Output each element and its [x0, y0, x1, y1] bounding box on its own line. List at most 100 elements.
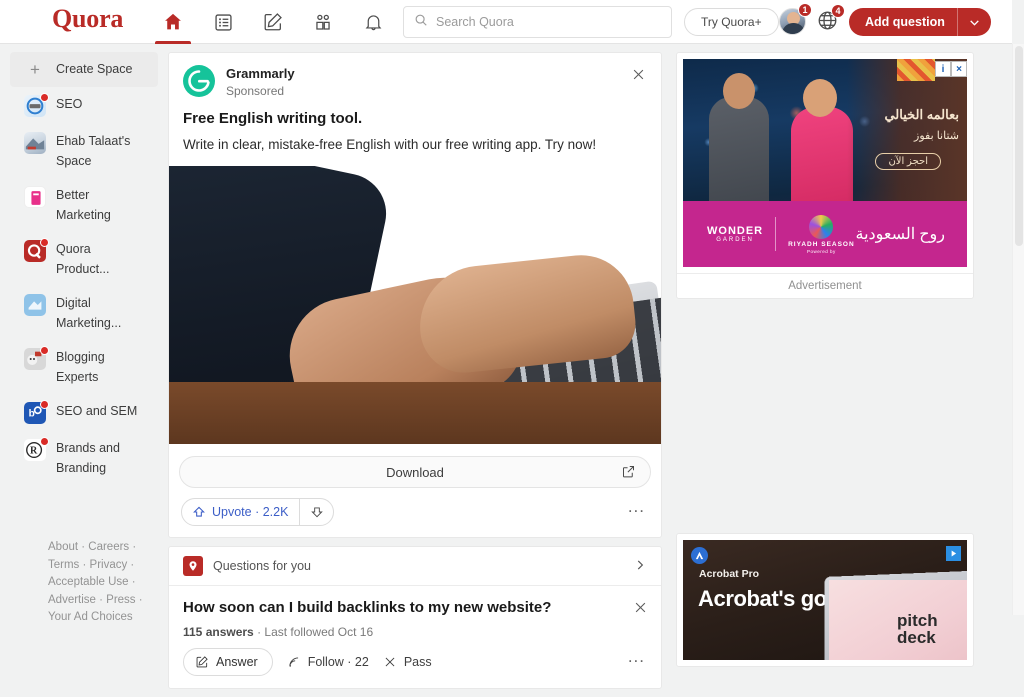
adobe-logo-icon: [691, 547, 708, 564]
meta-separator: ·: [253, 625, 265, 639]
sidebar-footer-links[interactable]: About · Careers · Terms · Privacy · Acce…: [0, 539, 168, 627]
grammarly-logo-icon: [183, 65, 215, 97]
external-link-icon: [621, 464, 636, 482]
globe-icon: [816, 11, 839, 36]
question-meta: 115 answers · Last followed Oct 16: [169, 618, 661, 639]
nav-spaces-icon[interactable]: [298, 0, 348, 44]
advertisement-label: Advertisement: [677, 273, 973, 298]
footer-links-text: About · Careers · Terms · Privacy · Acce…: [48, 541, 143, 623]
sidebar-item-label: Create Space: [56, 62, 133, 76]
notification-dot: [40, 238, 49, 247]
pass-label: Pass: [403, 655, 432, 669]
svg-text:R: R: [30, 446, 38, 457]
question-action-row: Answer Follow · 22 Pass ...: [169, 639, 661, 688]
ad-header: Grammarly Sponsored: [169, 53, 661, 99]
notification-dot: [40, 437, 49, 446]
sidebar-item-label: Better Marketing: [56, 188, 111, 222]
follow-label: Follow · 22: [307, 655, 369, 669]
close-icon[interactable]: [627, 63, 649, 85]
notification-dot: [40, 346, 49, 355]
add-question-button[interactable]: Add question: [849, 8, 991, 36]
search-bar[interactable]: [403, 6, 672, 38]
advertisement-card-bottom: Acrobat Pro Acrobat's got it. pitch deck: [676, 533, 974, 667]
sidebar-item-label: Ehab Talaat's Space: [56, 134, 131, 168]
sidebar-item-digital-marketing[interactable]: Digital Marketing...: [10, 286, 158, 340]
ad-title[interactable]: Free English writing tool.: [169, 99, 661, 129]
sidebar-item-label: Blogging Experts: [56, 350, 105, 384]
visit-saudi-logo: روح السعودية: [855, 226, 945, 243]
ad-action-row: Upvote · 2.2K ...: [169, 488, 661, 537]
page-scrollbar[interactable]: [1012, 44, 1024, 615]
nav-answer-list-icon[interactable]: [198, 0, 248, 44]
digital-marketing-icon: [24, 294, 46, 316]
pass-button[interactable]: Pass: [383, 655, 432, 669]
ad-headline-arabic: بعالمه الخيالي: [884, 107, 959, 122]
upvote-button[interactable]: Upvote · 2.2K: [182, 499, 299, 525]
adchoices-info-icon[interactable]: i: [935, 61, 951, 77]
better-marketing-icon: [24, 186, 46, 208]
sidebar-item-ehab-talaats-space[interactable]: Ehab Talaat's Space: [10, 124, 158, 178]
center-feed: Grammarly Sponsored Free English writing…: [168, 44, 662, 697]
sidebar-item-create-space[interactable]: + Create Space: [10, 52, 158, 87]
add-question-label: Add question: [865, 15, 945, 29]
avatar-badge: 1: [798, 3, 812, 17]
downvote-arrow-icon: [311, 507, 323, 518]
left-sidebar: + Create Space SEO Ehab Talaat's Space B…: [0, 44, 168, 623]
question-more-options-button[interactable]: ...: [628, 648, 645, 665]
chevron-right-icon[interactable]: [633, 558, 647, 577]
ad-ribbon-graphic: [897, 59, 935, 81]
seo-and-sem-icon: b: [24, 400, 49, 424]
sidebar-item-better-marketing[interactable]: Better Marketing: [10, 178, 158, 232]
ad-cta-arabic[interactable]: احجز الآن: [875, 153, 941, 170]
nav-bell-icon[interactable]: [348, 0, 398, 44]
ad-badge-icon[interactable]: [946, 546, 961, 561]
deck-text: pitch deck: [897, 612, 938, 646]
boy-graphic: [709, 97, 769, 217]
scrollbar-thumb[interactable]: [1015, 46, 1023, 246]
ad-image[interactable]: [169, 166, 661, 444]
sidebar-item-quora-product[interactable]: Quora Product...: [10, 232, 158, 286]
right-sidebar: بعالمه الخيالي شتانا بفوز احجز الآن i × …: [676, 44, 974, 667]
sidebar-item-label: SEO and SEM: [56, 404, 138, 418]
acrobat-ad-banner[interactable]: Acrobat Pro Acrobat's got it. pitch deck: [683, 540, 967, 660]
try-quora-plus-button[interactable]: Try Quora+: [684, 8, 779, 36]
brands-and-branding-icon: R: [24, 437, 49, 461]
nav-home-icon[interactable]: [148, 0, 198, 44]
quora-logo[interactable]: Quora: [52, 4, 123, 34]
ad-close-icon[interactable]: ×: [951, 61, 967, 77]
follow-button[interactable]: Follow · 22: [287, 655, 369, 669]
acrobat-product-label: Acrobat Pro: [699, 568, 760, 580]
advertiser-name[interactable]: Grammarly: [226, 66, 295, 82]
language-globe-button[interactable]: 4: [816, 4, 845, 37]
hand-graphic-right: [414, 250, 639, 377]
search-input[interactable]: [436, 15, 661, 29]
sidebar-item-seo[interactable]: SEO: [10, 87, 158, 124]
ad-more-options-button[interactable]: ...: [628, 498, 645, 515]
sidebar-item-seo-and-sem[interactable]: b SEO and SEM: [10, 394, 158, 431]
questions-for-you-label: Questions for you: [213, 559, 311, 573]
page-body: + Create Space SEO Ehab Talaat's Space B…: [0, 44, 1012, 689]
sidebar-item-blogging-experts[interactable]: Blogging Experts: [10, 340, 158, 394]
answer-button[interactable]: Answer: [183, 648, 273, 676]
globe-badge: 4: [831, 4, 845, 18]
notification-dot: [40, 93, 49, 102]
riyadh-season-ad-banner[interactable]: بعالمه الخيالي شتانا بفوز احجز الآن i × …: [683, 59, 967, 267]
user-avatar-button[interactable]: 1: [779, 3, 812, 35]
sidebar-item-brands-and-branding[interactable]: R Brands and Branding: [10, 431, 158, 485]
upvote-label: Upvote · 2.2K: [212, 505, 289, 519]
nav-pencil-square-icon[interactable]: [248, 0, 298, 44]
chevron-down-icon[interactable]: [956, 8, 991, 36]
quora-product-icon: [24, 238, 49, 262]
question-title[interactable]: How soon can I build backlinks to my new…: [169, 586, 661, 618]
sponsored-label: Sponsored: [226, 84, 285, 98]
brand-divider: [775, 217, 777, 251]
pass-scissors-icon: [385, 657, 395, 667]
download-button[interactable]: Download: [179, 456, 651, 488]
downvote-button[interactable]: [299, 499, 333, 525]
girl-head-graphic: [803, 79, 837, 117]
ad-brand-bar: WONDER GARDEN RIYADH SEASON Powered by ر…: [683, 201, 967, 267]
questions-for-you-card: Questions for you How soon can I build b…: [168, 546, 662, 689]
rss-follow-icon: [289, 657, 298, 667]
pencil-square-icon: [196, 656, 208, 668]
questions-for-you-header[interactable]: Questions for you: [169, 547, 661, 586]
